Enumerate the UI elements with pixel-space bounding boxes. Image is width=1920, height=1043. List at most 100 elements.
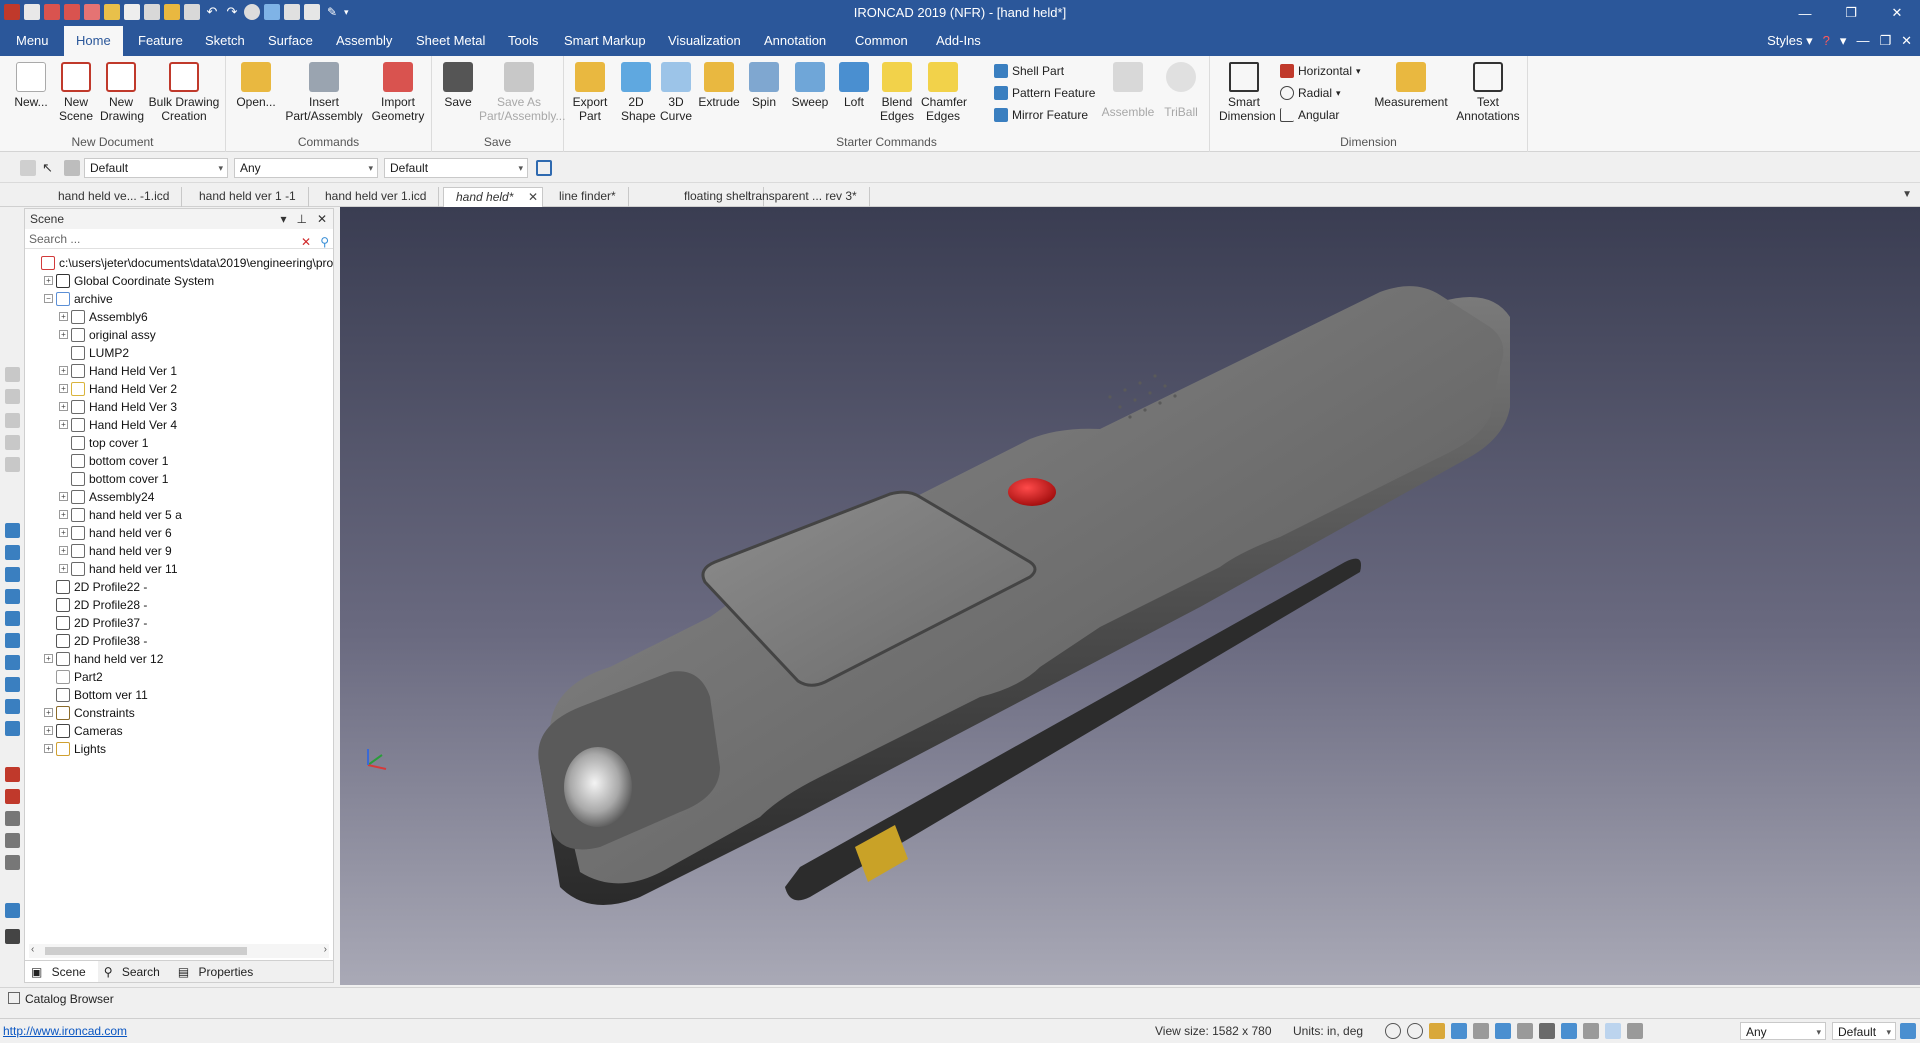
lighting-icon[interactable]: [1517, 1023, 1533, 1039]
doc-tab[interactable]: transparent ... rev 3*: [736, 187, 870, 207]
catalog-browser-bar[interactable]: Catalog Browser: [0, 987, 1920, 1009]
tool-strip-icon[interactable]: [5, 767, 20, 782]
expand-icon[interactable]: +: [59, 528, 68, 537]
expand-icon[interactable]: +: [59, 366, 68, 375]
measurement-button[interactable]: Measurement: [1370, 62, 1452, 109]
expand-icon[interactable]: +: [44, 744, 53, 753]
panel-close-icon[interactable]: ✕: [317, 209, 327, 229]
tool-strip-icon[interactable]: [5, 677, 20, 692]
status-style-combo[interactable]: Default ▾: [1832, 1022, 1896, 1040]
angular-dimension-button[interactable]: Angular: [1280, 108, 1339, 122]
doc-tab[interactable]: line finder*: [547, 187, 629, 207]
select-arrow-icon[interactable]: [1605, 1023, 1621, 1039]
blend-edges-button[interactable]: Blend Edges: [876, 62, 918, 123]
zoom-icon[interactable]: [1407, 1023, 1423, 1039]
tab-properties[interactable]: ▤ Properties: [172, 961, 265, 982]
tool-strip-icon[interactable]: [5, 589, 20, 604]
website-link[interactable]: http://www.ironcad.com: [3, 1024, 127, 1038]
scroll-left-icon[interactable]: ‹: [31, 944, 34, 955]
collapse-icon[interactable]: −: [44, 294, 53, 303]
scroll-thumb[interactable]: [45, 947, 247, 955]
doc-restore-button[interactable]: ❐: [1879, 33, 1891, 49]
section-icon[interactable]: [1539, 1023, 1555, 1039]
tab-annotation[interactable]: Annotation: [752, 26, 838, 56]
tool-strip-icon[interactable]: [5, 855, 20, 870]
tab-home[interactable]: Home: [64, 26, 123, 56]
tool-strip-icon[interactable]: [5, 903, 20, 918]
hierarchy-icon[interactable]: [536, 160, 552, 176]
bulk-drawing-creation-button[interactable]: Bulk Drawing Creation: [146, 62, 222, 123]
expand-icon[interactable]: +: [59, 420, 68, 429]
expand-icon[interactable]: +: [44, 726, 53, 735]
tool-strip-icon[interactable]: [5, 611, 20, 626]
camera-icon[interactable]: [1583, 1023, 1599, 1039]
tool-strip-icon[interactable]: [5, 367, 20, 382]
doc-close-button[interactable]: ✕: [1901, 33, 1912, 49]
styles-menu[interactable]: Styles ▾: [1767, 33, 1813, 49]
spin-button[interactable]: Spin: [744, 62, 784, 109]
tool-strip-icon[interactable]: [5, 567, 20, 582]
new-drawing-button[interactable]: New Drawing: [98, 62, 144, 123]
3d-curve-button[interactable]: 3D Curve: [656, 62, 696, 123]
doc-tab-active[interactable]: hand held* ✕: [443, 187, 543, 207]
doc-tab[interactable]: hand held ve... -1.icd: [46, 187, 183, 207]
expand-icon[interactable]: +: [59, 564, 68, 573]
chamfer-edges-button[interactable]: Chamfer Edges: [920, 62, 967, 123]
select-icon[interactable]: [20, 160, 36, 176]
material-combo[interactable]: Default ▾: [384, 158, 528, 178]
3d-viewport[interactable]: [340, 207, 1920, 985]
expand-icon[interactable]: +: [44, 654, 53, 663]
tab-menu[interactable]: Menu: [4, 26, 61, 56]
tool-strip-icon[interactable]: [5, 929, 20, 944]
open-button[interactable]: Open...: [234, 62, 278, 109]
2d-shape-button[interactable]: 2D Shape: [616, 62, 656, 123]
restore-button[interactable]: ❐: [1828, 0, 1874, 26]
scene-search-field[interactable]: Search ... ✕ ⚲: [25, 229, 333, 249]
cursor-icon[interactable]: [1627, 1023, 1643, 1039]
zoom-fit-icon[interactable]: [1385, 1023, 1401, 1039]
selection-filter-combo[interactable]: Any ▾: [234, 158, 378, 178]
insert-part-assembly-button[interactable]: Insert Part/Assembly: [282, 62, 366, 123]
horizontal-scrollbar[interactable]: ‹ ›: [29, 944, 329, 958]
close-window-button[interactable]: ✕: [1874, 0, 1920, 26]
scroll-right-icon[interactable]: ›: [324, 944, 327, 955]
tab-surface[interactable]: Surface: [256, 26, 325, 56]
doc-tab[interactable]: hand held ver 1 -1: [187, 187, 309, 207]
new-button[interactable]: New...: [8, 62, 54, 109]
tool-strip-icon[interactable]: [5, 523, 20, 538]
pin-icon[interactable]: ⊥: [296, 209, 306, 229]
tool-strip-icon[interactable]: [5, 789, 20, 804]
save-as-part-button[interactable]: Save As Part/Assembly...: [476, 62, 565, 123]
tool-strip-icon[interactable]: [5, 413, 20, 428]
tab-smart-markup[interactable]: Smart Markup: [552, 26, 658, 56]
filter-icon[interactable]: [64, 160, 80, 176]
tab-sheet-metal[interactable]: Sheet Metal: [404, 26, 497, 56]
panel-menu-icon[interactable]: ▾: [280, 209, 286, 229]
pointer-icon[interactable]: ↖: [42, 160, 56, 176]
tab-add-ins[interactable]: Add-Ins: [924, 26, 993, 56]
tool-strip-icon[interactable]: [5, 833, 20, 848]
mirror-feature-button[interactable]: Mirror Feature: [994, 108, 1088, 122]
doc-tab[interactable]: hand held ver 1.icd: [313, 187, 440, 207]
tool-strip-icon[interactable]: [5, 389, 20, 404]
ribbon-options-icon[interactable]: ▾: [1840, 33, 1847, 49]
snap-icon[interactable]: [1561, 1023, 1577, 1039]
tabs-overflow-icon[interactable]: ▼: [1902, 189, 1912, 200]
expand-icon[interactable]: +: [59, 384, 68, 393]
status-filter-combo[interactable]: Any ▾: [1740, 1022, 1826, 1040]
tab-feature[interactable]: Feature: [126, 26, 195, 56]
smart-dimension-button[interactable]: Smart Dimension: [1216, 62, 1276, 123]
tab-common[interactable]: Common: [843, 26, 920, 56]
tool-strip-icon[interactable]: [5, 811, 20, 826]
expand-icon[interactable]: +: [59, 402, 68, 411]
radial-dimension-button[interactable]: Radial ▾: [1280, 86, 1341, 100]
tab-scene[interactable]: ▣ Scene: [25, 961, 98, 982]
tool-strip-icon[interactable]: [5, 435, 20, 450]
tool-strip-icon[interactable]: [5, 545, 20, 560]
doc-minimize-button[interactable]: —: [1856, 33, 1869, 49]
search-filter-icon[interactable]: ⚲: [320, 232, 329, 252]
expand-icon[interactable]: +: [59, 492, 68, 501]
assemble-button[interactable]: Assemble: [1102, 62, 1154, 119]
loft-button[interactable]: Loft: [834, 62, 874, 109]
tab-search[interactable]: ⚲ Search: [98, 961, 172, 982]
